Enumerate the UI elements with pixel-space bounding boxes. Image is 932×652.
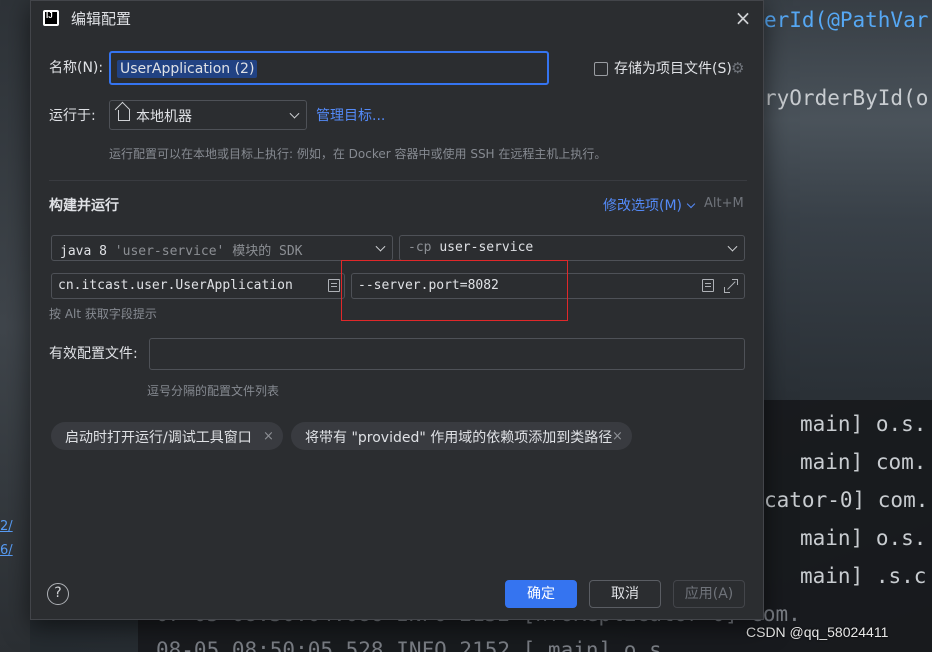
console-line: main] com.: [800, 450, 927, 474]
highlight-annotation-box: [341, 260, 568, 321]
console-line: 08-05 08:50:05.528 INFO 2152 [ main] o.s…: [156, 638, 675, 652]
background-image-right: [740, 0, 932, 400]
home-icon: [118, 110, 130, 121]
option-chip-open-tool-window[interactable]: 启动时打开运行/调试工具窗口 ×: [51, 422, 283, 450]
name-input-value: UserApplication (2): [117, 60, 258, 78]
name-input[interactable]: UserApplication (2): [109, 51, 549, 85]
manage-targets-link[interactable]: 管理目标...: [316, 105, 385, 125]
code-line: ryOrderById(o: [764, 86, 929, 110]
console-line: main] o.s.: [800, 412, 927, 436]
active-profiles-hint: 逗号分隔的配置文件列表: [147, 384, 280, 398]
chevron-down-icon: [686, 199, 696, 209]
run-on-label: 运行于:: [49, 108, 96, 124]
classpath-module-select[interactable]: -cp user-service: [399, 235, 745, 261]
console-line: main] .s.c: [800, 564, 927, 588]
modify-options-link[interactable]: 修改选项(M): [603, 195, 696, 215]
dialog-title-bar: 编辑配置 ×: [31, 1, 763, 37]
run-on-select[interactable]: 本地机器: [109, 100, 307, 130]
classpath-module: user-service: [439, 240, 534, 255]
chip-label: 启动时打开运行/调试工具窗口: [65, 430, 252, 446]
watermark: CSDN @qq_58024411: [746, 624, 889, 640]
ok-button[interactable]: 确定: [505, 580, 577, 608]
section-divider: [49, 180, 747, 181]
jdk-select[interactable]: java 8 'user-service' 模块的 SDK: [51, 235, 393, 261]
option-chip-add-provided-deps[interactable]: 将带有 "provided" 作用域的依赖项添加到类路径 ×: [291, 422, 632, 450]
intellij-app-icon: [43, 10, 59, 26]
active-profiles-label: 有效配置文件:: [49, 346, 138, 362]
browse-class-icon[interactable]: [328, 279, 340, 292]
gear-icon[interactable]: ⚙: [731, 60, 747, 76]
console-line: cator-0] com.: [764, 488, 929, 512]
jdk-select-value: java 8 'user-service' 模块的 SDK: [60, 240, 303, 259]
dialog-title: 编辑配置: [71, 10, 132, 28]
chevron-down-icon: [727, 241, 738, 252]
close-icon[interactable]: ×: [612, 429, 623, 444]
classpath-select-value: -cp user-service: [408, 240, 533, 255]
expand-icon[interactable]: [724, 279, 738, 293]
background-link[interactable]: 2/: [0, 519, 13, 534]
chevron-down-icon: [375, 241, 386, 252]
main-class-value: cn.itcast.user.UserApplication: [58, 278, 293, 293]
insert-macro-icon[interactable]: [702, 279, 714, 292]
build-and-run-title: 构建并运行: [49, 198, 119, 214]
cancel-button[interactable]: 取消: [589, 580, 661, 608]
help-icon[interactable]: ?: [47, 583, 69, 605]
console-line: main] o.s.: [800, 526, 927, 550]
store-as-project-file-checkbox[interactable]: [594, 62, 608, 76]
jdk-version: java 8: [60, 244, 107, 259]
jdk-detail: 'user-service' 模块的 SDK: [114, 244, 303, 259]
close-icon[interactable]: ×: [263, 429, 274, 444]
store-as-project-file-label[interactable]: 存储为项目文件(S): [614, 58, 732, 78]
main-class-field[interactable]: cn.itcast.user.UserApplication: [51, 273, 345, 299]
run-on-hint: 运行配置可以在本地或目标上执行: 例如，在 Docker 容器中或使用 SSH …: [109, 147, 607, 161]
expand-icon-line: [727, 281, 736, 290]
classpath-flag: -cp: [408, 240, 432, 255]
edit-configuration-dialog: 编辑配置 × 名称(N): UserApplication (2) 存储为项目文…: [30, 0, 764, 620]
run-on-value: 本地机器: [136, 109, 192, 125]
alt-field-hint: 按 Alt 获取字段提示: [49, 307, 157, 321]
chevron-down-icon: [289, 108, 300, 119]
modify-options-label: 修改选项(M): [603, 198, 683, 214]
modify-options-shortcut: Alt+M: [704, 196, 744, 211]
active-profiles-input[interactable]: [149, 338, 745, 370]
code-line: erId(@PathVar: [764, 8, 929, 32]
background-link[interactable]: 6/: [0, 543, 13, 558]
name-label: 名称(N):: [49, 60, 104, 76]
apply-button[interactable]: 应用(A): [673, 580, 745, 608]
close-icon[interactable]: ×: [733, 8, 753, 29]
chip-label: 将带有 "provided" 作用域的依赖项添加到类路径: [305, 430, 613, 446]
